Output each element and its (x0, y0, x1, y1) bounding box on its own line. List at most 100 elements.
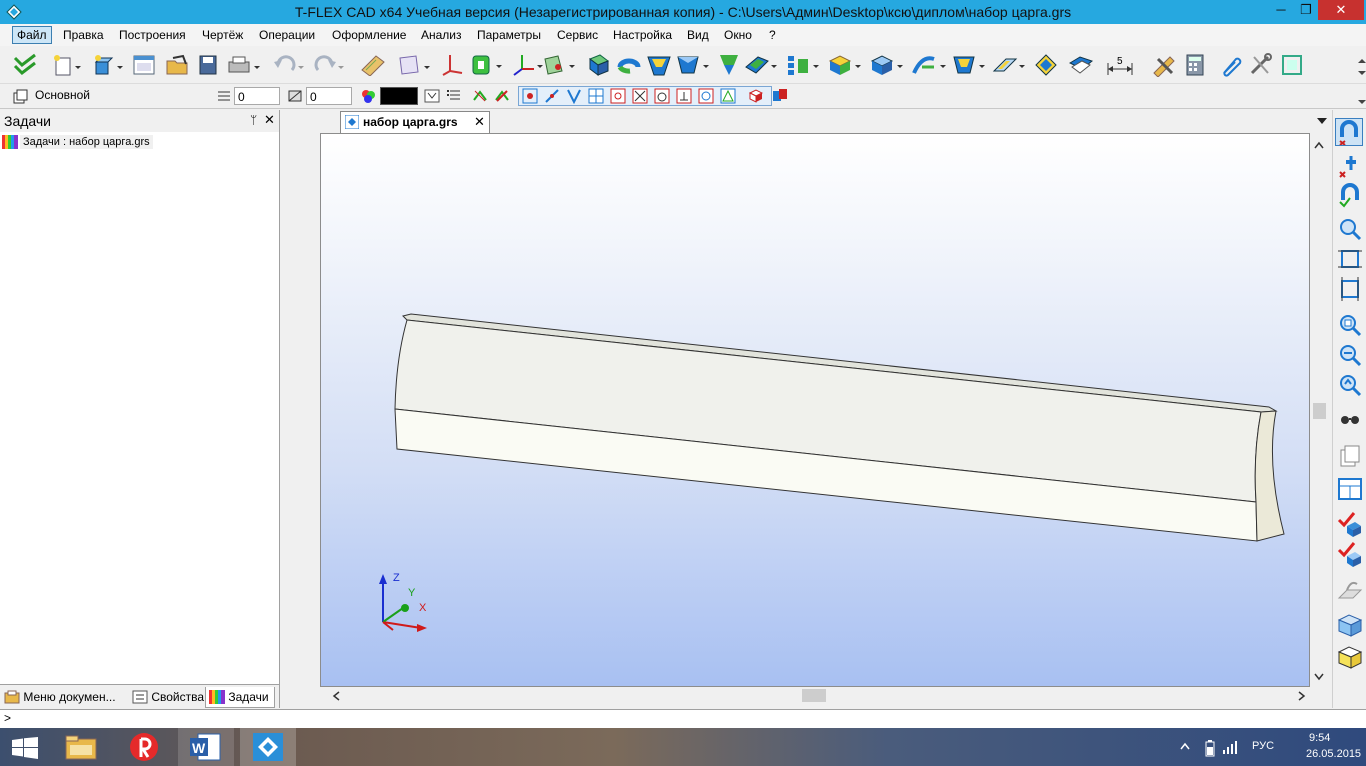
3d-node-icon[interactable] (542, 53, 578, 77)
layers-icon[interactable] (12, 88, 28, 104)
tray-clock-date[interactable]: 26.05.2015 (1306, 748, 1361, 760)
workplane-icon[interactable] (396, 54, 434, 76)
boolean-icon[interactable] (716, 53, 742, 77)
lcs-icon[interactable] (510, 53, 544, 77)
fillet-icon[interactable] (744, 53, 780, 77)
menu-edit[interactable]: Правка (59, 27, 108, 43)
dimension-icon[interactable]: 5 (1106, 53, 1136, 77)
zoom-previous-icon[interactable] (1337, 372, 1363, 398)
pin-icon[interactable]: ᛘ (250, 113, 257, 127)
menu-window[interactable]: Окно (720, 27, 756, 43)
plane-view-icon[interactable] (1337, 578, 1363, 604)
menu-construct[interactable]: Построения (115, 27, 190, 43)
print-icon[interactable] (226, 54, 262, 76)
tray-expand-icon[interactable] (1180, 742, 1190, 750)
snap-on-icon[interactable] (1337, 182, 1363, 208)
start-button[interactable] (0, 728, 50, 766)
snap-midpoint-icon[interactable] (566, 88, 582, 104)
surface-icon[interactable] (912, 53, 950, 77)
maximize-button[interactable]: ❐ (1294, 0, 1318, 20)
menu-drawing[interactable]: Чертёж (198, 27, 247, 43)
pin-view-icon[interactable] (1337, 152, 1363, 178)
tab-document-menu[interactable]: Меню докумен... (4, 687, 116, 707)
profile-icon[interactable] (470, 53, 506, 77)
snap-quadrant-icon[interactable] (698, 88, 714, 104)
zoom-in-icon[interactable] (1337, 312, 1363, 338)
tools-icon[interactable] (1248, 53, 1274, 77)
array-icon[interactable] (786, 53, 822, 77)
snap-center-icon[interactable] (610, 88, 626, 104)
body-icon[interactable] (952, 53, 988, 77)
menu-analysis[interactable]: Анализ (417, 27, 466, 43)
priority-field[interactable]: 0 (306, 87, 352, 105)
snap-grid-icon[interactable] (588, 88, 604, 104)
layer-name[interactable]: Основной (35, 88, 90, 102)
rotate-view-button[interactable] (1335, 118, 1363, 146)
split-view-icon[interactable] (1337, 476, 1363, 502)
snap-perpendicular-icon[interactable] (676, 88, 692, 104)
snap-vertex-icon[interactable] (522, 88, 538, 104)
menu-settings[interactable]: Настройка (609, 27, 676, 43)
tab-list-dropdown-icon[interactable] (1316, 116, 1328, 126)
signal-icon[interactable] (1222, 740, 1238, 754)
document-tab-close-button[interactable]: ✕ (474, 114, 485, 130)
double-check-icon[interactable] (12, 53, 38, 77)
task-item[interactable]: Задачи : набор царга.grs (20, 135, 153, 149)
taskbar-explorer[interactable] (54, 728, 110, 766)
check-red-icon[interactable] (1337, 510, 1363, 538)
copy-view-icon[interactable] (1337, 444, 1363, 470)
attach-icon[interactable] (1218, 53, 1244, 77)
snap-tangent-icon[interactable] (654, 88, 670, 104)
ruler-icon[interactable] (360, 54, 386, 76)
battery-icon[interactable] (1204, 739, 1216, 757)
taskbar-yandex[interactable] (116, 728, 172, 766)
tab-properties[interactable]: Свойства (132, 687, 204, 707)
fit-all-icon[interactable] (1337, 276, 1363, 302)
zoom-out-icon[interactable] (1337, 342, 1363, 368)
language-indicator[interactable]: РУС (1252, 740, 1274, 752)
level-field[interactable]: 0 (234, 87, 280, 105)
snap-icon[interactable] (472, 88, 488, 104)
window-layout-icon[interactable] (1280, 53, 1306, 77)
panel-close-button[interactable]: ✕ (264, 112, 275, 128)
save-icon[interactable] (197, 54, 219, 76)
sweep-icon[interactable] (676, 53, 712, 77)
tab-tasks[interactable]: Задачи (205, 687, 275, 708)
axis-point-icon[interactable] (440, 53, 464, 77)
menu-formatting[interactable]: Оформление (328, 27, 410, 43)
new-3d-icon[interactable] (92, 54, 126, 76)
3d-view-icon[interactable] (1034, 53, 1058, 77)
scroll-up-icon[interactable] (1314, 141, 1324, 149)
shell-icon[interactable] (828, 53, 864, 77)
undo-icon[interactable] (272, 54, 306, 76)
tray-clock-time[interactable]: 9:54 (1309, 732, 1330, 744)
window-icon[interactable] (132, 54, 156, 76)
3d-viewport[interactable]: Z Y X (320, 133, 1310, 687)
menu-help[interactable]: ? (765, 27, 780, 43)
toolbar2-overflow-icon[interactable] (1356, 88, 1366, 106)
minimize-button[interactable]: ─ (1268, 0, 1294, 20)
snap-intersection-icon[interactable] (632, 88, 648, 104)
redo-icon[interactable] (312, 54, 346, 76)
command-line[interactable]: > (0, 709, 1366, 728)
box-yellow-icon[interactable] (1337, 644, 1363, 670)
close-button[interactable]: ✕ (1318, 0, 1364, 20)
filter-icon[interactable] (424, 88, 440, 104)
zoom-window-icon[interactable] (1337, 246, 1363, 272)
extrude-icon[interactable] (586, 53, 610, 77)
horizontal-scrollbar[interactable] (320, 687, 1311, 704)
rotate-icon[interactable] (616, 53, 642, 77)
glasses-icon[interactable] (1337, 408, 1363, 434)
scroll-left-icon[interactable] (332, 691, 340, 701)
menu-service[interactable]: Сервис (553, 27, 602, 43)
menu-parameters[interactable]: Параметры (473, 27, 545, 43)
calculator-icon[interactable] (1184, 53, 1206, 77)
scroll-right-icon[interactable] (1298, 691, 1306, 701)
scroll-down-icon[interactable] (1314, 673, 1324, 681)
snap-off-icon[interactable] (494, 88, 510, 104)
loft-icon[interactable] (646, 53, 672, 77)
taskbar-word[interactable]: W (178, 728, 234, 766)
box-view-icon[interactable] (1337, 612, 1363, 638)
snap-nearest-icon[interactable] (720, 88, 736, 104)
vertical-scroll-thumb[interactable] (1313, 403, 1326, 419)
